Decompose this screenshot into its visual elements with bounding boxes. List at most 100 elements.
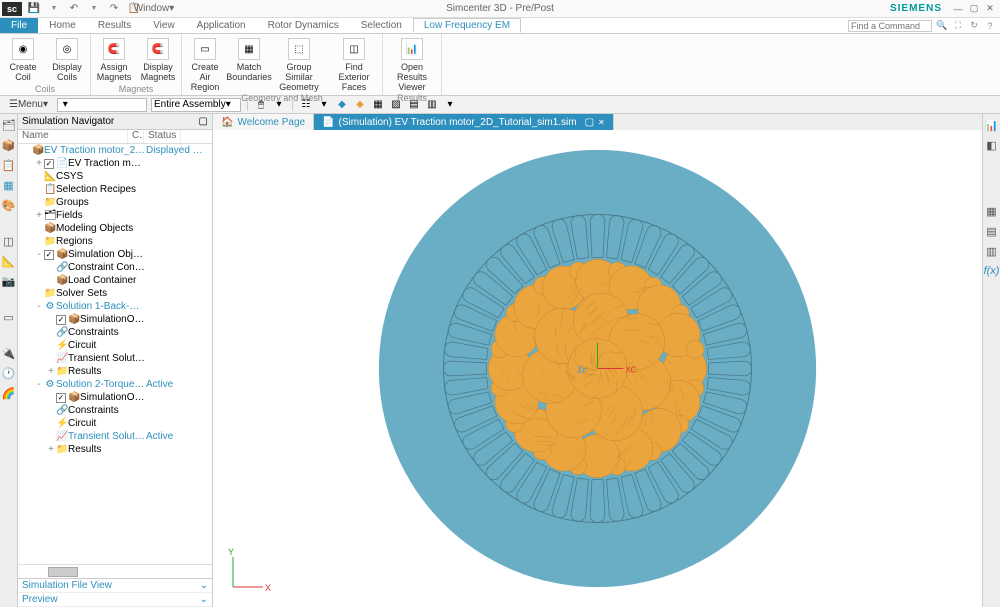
tab-low-frequency-em[interactable]: Low Frequency EM <box>413 18 521 33</box>
right-rail-icon-2[interactable]: ◧ <box>985 138 999 152</box>
rail-nav-icon[interactable]: 🗂 <box>2 118 16 132</box>
tab-view[interactable]: View <box>142 18 186 33</box>
nav-hscroll[interactable] <box>18 564 212 578</box>
tab-results[interactable]: Results <box>87 18 142 33</box>
tree-row[interactable]: 📈Transient Solutio… <box>18 352 212 365</box>
tree-row[interactable]: -✓📦Simulation Objec… <box>18 248 212 261</box>
tree-row[interactable]: -⚙Solution 1-Back-EM… <box>18 300 212 313</box>
right-rail-icon-5[interactable]: ▥ <box>985 244 999 258</box>
canvas-3d[interactable]: XC Zc X Y <box>213 130 982 607</box>
sel-filter-icon[interactable]: 🖱 <box>254 98 268 112</box>
tree-row[interactable]: 📁Solver Sets <box>18 287 212 300</box>
more-dd[interactable]: ▾ <box>443 98 457 112</box>
refresh-icon[interactable]: ↻ <box>968 20 980 32</box>
save-button[interactable]: 💾 <box>26 2 42 16</box>
help-icon[interactable]: ? <box>984 20 996 32</box>
view-icon-2[interactable]: ▾ <box>317 98 331 112</box>
footer-sim-file-view[interactable]: Simulation File View⌄ <box>18 579 212 593</box>
right-rail-icon-1[interactable]: 📊 <box>985 118 999 132</box>
rail-colors-icon[interactable]: 🎨 <box>2 198 16 212</box>
tree-row[interactable]: 🔗Constraints <box>18 404 212 417</box>
tree-row[interactable]: +🗂Fields <box>18 209 212 222</box>
tree-row[interactable]: ⚡Circuit <box>18 339 212 352</box>
tree-row[interactable]: +📁Results <box>18 443 212 456</box>
redo-button[interactable]: ↷ <box>106 2 122 16</box>
tree-row[interactable]: ✓📦SimulationObjects <box>18 313 212 326</box>
tree-row[interactable]: ⚡Circuit <box>18 417 212 430</box>
display-icon-1[interactable]: ◆ <box>335 98 349 112</box>
expand-icon[interactable]: ⛶ <box>952 20 964 32</box>
grid-icon-3[interactable]: ▤ <box>407 98 421 112</box>
nav-pin-icon[interactable]: ▢ <box>199 116 208 127</box>
undo-button[interactable]: ↶ <box>66 2 82 16</box>
search-icon[interactable]: 🔍 <box>936 20 948 32</box>
display-coils-button[interactable]: ◎Display Coils <box>48 36 86 83</box>
right-rail-fx-icon[interactable]: f(x) <box>985 264 999 278</box>
qat-dropdown[interactable]: ▼ <box>46 2 62 16</box>
filter-combo[interactable]: ▾ <box>57 98 147 112</box>
nav-tree[interactable]: 📦EV Traction motor_2D_T…Displayed & W…+✓… <box>18 144 212 564</box>
create-coil-button[interactable]: ◉Create Coil <box>4 36 42 83</box>
menu-button[interactable]: ☰ Menu ▾ <box>4 98 53 112</box>
group-similar-geometry-button[interactable]: ⬚Group Similar Geometry <box>274 36 324 92</box>
restore-button[interactable]: ▢ <box>966 2 982 16</box>
close-tab-icon[interactable]: ✕ <box>598 118 605 127</box>
rail-cube-icon[interactable]: ◫ <box>2 234 16 248</box>
footer-preview[interactable]: Preview⌄ <box>18 593 212 607</box>
command-search-input[interactable] <box>848 20 932 32</box>
right-rail-icon-4[interactable]: ▤ <box>985 224 999 238</box>
tree-row[interactable]: 📋Selection Recipes <box>18 183 212 196</box>
rail-measure-icon[interactable]: 📐 <box>2 254 16 268</box>
undo-dropdown[interactable]: ▼ <box>86 2 102 16</box>
tree-row[interactable]: 📐CSYS <box>18 170 212 183</box>
tab-home[interactable]: Home <box>38 18 87 33</box>
rail-plug-icon[interactable]: 🔌 <box>2 346 16 360</box>
minimize-button[interactable]: — <box>950 2 966 16</box>
col-name[interactable]: Name <box>18 130 128 143</box>
grid-icon-4[interactable]: ▥ <box>425 98 439 112</box>
tree-row[interactable]: +📁Results <box>18 365 212 378</box>
tree-row[interactable]: 🔗Constraints <box>18 326 212 339</box>
grid-icon-1[interactable]: ▦ <box>371 98 385 112</box>
assign-magnets-button[interactable]: 🧲Assign Magnets <box>95 36 133 83</box>
window-button[interactable]: Window ▾ <box>146 2 162 16</box>
rail-mesh-icon[interactable]: ▦ <box>2 178 16 192</box>
tree-row[interactable]: ✓📦SimulationOb… <box>18 391 212 404</box>
grid-icon-2[interactable]: ▨ <box>389 98 403 112</box>
view-icon-1[interactable]: ☷ <box>299 98 313 112</box>
nav-scroll-thumb[interactable] <box>48 567 78 577</box>
rail-palette-icon[interactable]: 🌈 <box>2 386 16 400</box>
col-status[interactable]: Status <box>144 130 181 143</box>
display-magnets-button[interactable]: 🧲Display Magnets <box>139 36 177 83</box>
rail-camera-icon[interactable]: 📷 <box>2 274 16 288</box>
display-icon-2[interactable]: ◆ <box>353 98 367 112</box>
right-rail-icon-3[interactable]: ▦ <box>985 204 999 218</box>
viewtab-welcome[interactable]: 🏠 Welcome Page <box>213 114 314 130</box>
rail-layers-icon[interactable]: 📋 <box>2 158 16 172</box>
tree-row[interactable]: 📁Groups <box>18 196 212 209</box>
rail-part-icon[interactable]: 📦 <box>2 138 16 152</box>
tab-selection[interactable]: Selection <box>350 18 413 33</box>
match-boundaries-button[interactable]: ▦Match Boundaries <box>230 36 268 92</box>
rail-box-icon[interactable]: ▭ <box>2 310 16 324</box>
tree-row[interactable]: 🔗Constraint Container <box>18 261 212 274</box>
tab-rotor-dynamics[interactable]: Rotor Dynamics <box>257 18 350 33</box>
tree-row[interactable]: 📦Load Container <box>18 274 212 287</box>
tree-row[interactable]: 📦Modeling Objects <box>18 222 212 235</box>
tab-application[interactable]: Application <box>186 18 257 33</box>
assembly-combo[interactable]: Entire Assembly ▾ <box>151 98 241 112</box>
tab-file[interactable]: File <box>0 18 38 33</box>
rail-clock-icon[interactable]: 🕐 <box>2 366 16 380</box>
tree-row[interactable]: +✓📄EV Traction moto… <box>18 157 212 170</box>
close-button[interactable]: ✕ <box>982 2 998 16</box>
sel-toggle-icon[interactable]: ▾ <box>272 98 286 112</box>
open-results-viewer-button[interactable]: 📊Open Results Viewer <box>387 36 437 92</box>
viewtab-simulation[interactable]: 📄 (Simulation) EV Traction motor_2D_Tuto… <box>314 114 614 130</box>
tree-row[interactable]: 📈Transient Solutio…Active <box>18 430 212 443</box>
find-exterior-faces-button[interactable]: ◫Find Exterior Faces <box>330 36 378 92</box>
tree-row[interactable]: 📁Regions <box>18 235 212 248</box>
create-air-region-button[interactable]: ▭Create Air Region <box>186 36 224 92</box>
tree-row[interactable]: -⚙Solution 2-Torque at…Active <box>18 378 212 391</box>
col-c[interactable]: C. <box>128 130 144 143</box>
tree-row[interactable]: 📦EV Traction motor_2D_T…Displayed & W… <box>18 144 212 157</box>
